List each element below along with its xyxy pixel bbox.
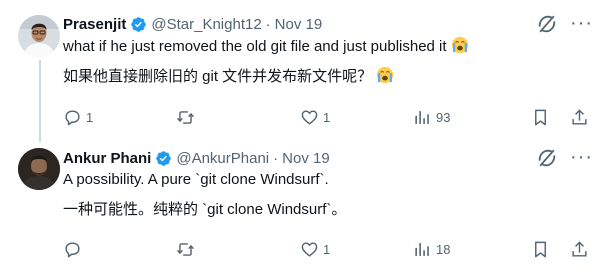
tweet-date[interactable]: Nov 19: [282, 150, 330, 167]
author-name[interactable]: Prasenjit: [63, 16, 126, 33]
view-count: 93: [436, 109, 451, 125]
views-icon: [415, 242, 429, 256]
avatar[interactable]: [18, 148, 60, 190]
share-button[interactable]: [570, 106, 589, 128]
separator-dot: ·: [265, 15, 271, 33]
action-bar: 1 1 93: [63, 106, 593, 128]
share-button[interactable]: [570, 238, 589, 260]
tweet-date[interactable]: Nov 19: [275, 16, 323, 33]
views-button[interactable]: 18: [413, 238, 450, 260]
more-icon[interactable]: ···: [570, 147, 592, 172]
reply-count: 1: [86, 109, 94, 125]
like-icon: [301, 241, 318, 257]
bookmark-icon: [535, 109, 546, 125]
reply-button[interactable]: 1: [63, 106, 93, 128]
tweet-text-line-1: what if he just removed the old git file…: [63, 36, 469, 57]
views-button[interactable]: 93: [413, 106, 450, 128]
crying-face-emoji-icon: [451, 36, 468, 54]
thread-connector-line: [39, 60, 41, 142]
grok-icon[interactable]: [536, 13, 558, 35]
crying-face-emoji-icon: [377, 66, 394, 84]
reply-button[interactable]: [63, 238, 86, 260]
tweet-text-line-2: 一种可能性。纯粹的 `git clone Windsurf`。: [63, 200, 346, 220]
retweet-button[interactable]: [176, 106, 199, 128]
retweet-icon: [177, 242, 194, 256]
more-icon[interactable]: ···: [570, 13, 592, 38]
tweet-text-zh: 一种可能性。纯粹的 `git clone Windsurf`。: [63, 201, 347, 218]
bookmark-button[interactable]: [531, 106, 550, 128]
like-icon: [301, 109, 318, 125]
like-button[interactable]: 1: [300, 106, 330, 128]
tweet-text-en: what if he just removed the old git file…: [63, 38, 447, 55]
author-handle[interactable]: @AnkurPhani: [176, 150, 269, 167]
tweet-text-line-2: 如果他直接删除旧的 git 文件并发布新文件呢？: [63, 66, 394, 87]
reply-icon: [65, 241, 80, 257]
verified-badge-icon: [131, 16, 147, 32]
author-handle[interactable]: @Star_Knight12: [151, 16, 261, 33]
tweet-text-line-1: A possibility. A pure `git clone Windsur…: [63, 170, 329, 190]
tweet-prasenjit[interactable]: Prasenjit @Star_Knight12 · Nov 19 ··· wh…: [0, 0, 604, 142]
avatar[interactable]: [18, 15, 60, 57]
tweet-header: Ankur Phani @AnkurPhani · Nov 19: [63, 148, 330, 168]
like-count: 1: [323, 109, 331, 125]
share-icon: [572, 108, 587, 125]
bookmark-icon: [535, 241, 546, 257]
like-count: 1: [323, 241, 331, 257]
action-bar: 1 18: [63, 238, 593, 260]
share-icon: [572, 240, 587, 257]
view-count: 18: [436, 241, 451, 257]
separator-dot: ·: [273, 149, 279, 167]
like-button[interactable]: 1: [300, 238, 330, 260]
tweet-text-en: A possibility. A pure `git clone Windsur…: [63, 171, 329, 188]
views-icon: [415, 110, 429, 124]
tweet-header: Prasenjit @Star_Knight12 · Nov 19: [63, 14, 322, 34]
author-name[interactable]: Ankur Phani: [63, 150, 151, 167]
reply-icon: [65, 109, 80, 125]
retweet-button[interactable]: [176, 238, 199, 260]
retweet-icon: [177, 110, 194, 124]
verified-badge-icon: [156, 150, 172, 166]
tweet-text-zh: 如果他直接删除旧的 git 文件并发布新文件呢？: [63, 68, 373, 85]
grok-icon[interactable]: [536, 147, 558, 169]
bookmark-button[interactable]: [531, 238, 550, 260]
